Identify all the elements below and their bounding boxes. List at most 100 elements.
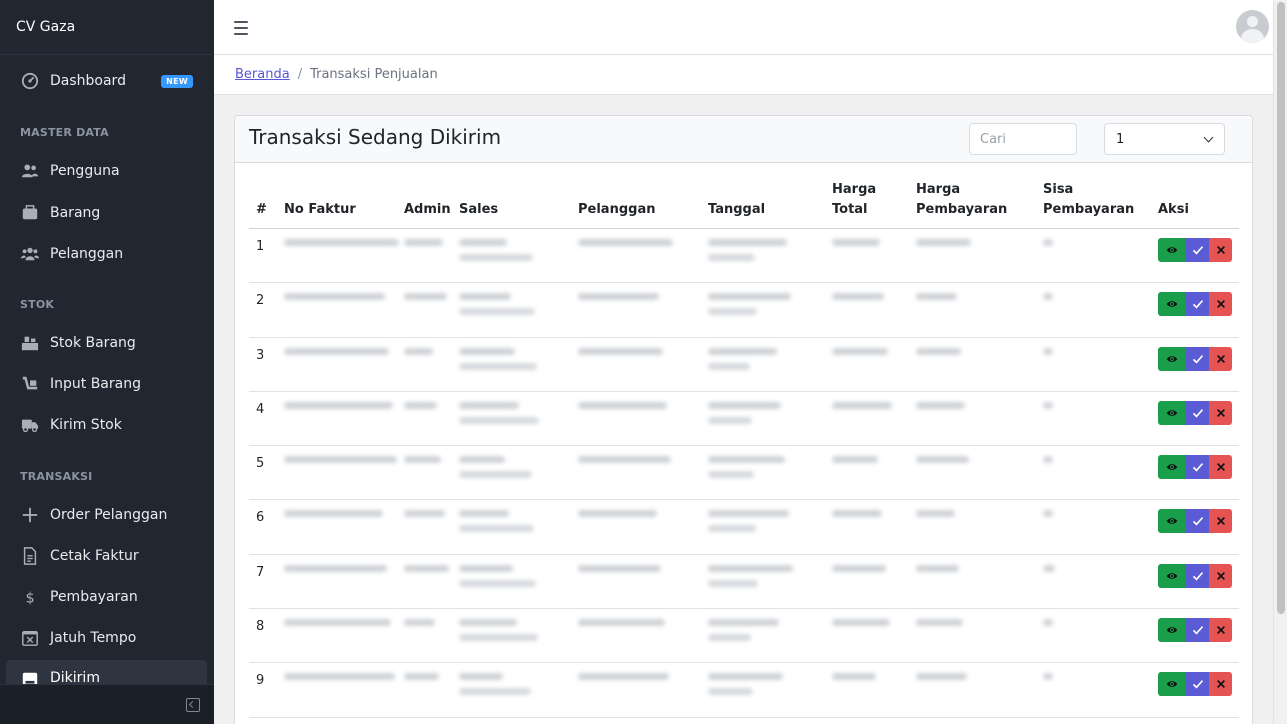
sidebar-item-label: Cetak Faktur xyxy=(50,548,139,564)
cell-date xyxy=(708,554,832,610)
hamburger-menu-icon[interactable] xyxy=(234,21,248,35)
redacted-text xyxy=(708,362,750,370)
col-header-total[interactable]: Harga Total xyxy=(832,180,916,229)
view-button[interactable] xyxy=(1158,346,1186,371)
cell-sales xyxy=(459,445,578,501)
cell-date xyxy=(708,445,832,501)
delete-button[interactable] xyxy=(1209,455,1232,480)
cell-invoice xyxy=(284,662,404,718)
redacted-text xyxy=(284,673,395,681)
sidebar-item-barang[interactable]: Barang xyxy=(6,194,207,232)
cell-total xyxy=(832,228,916,284)
confirm-button[interactable] xyxy=(1186,672,1209,697)
col-header-customer[interactable]: Pelanggan xyxy=(578,180,708,229)
delete-button[interactable] xyxy=(1209,238,1232,262)
delete-button[interactable] xyxy=(1209,346,1232,371)
cell-paid xyxy=(916,391,1043,447)
sidebar-item-pengguna[interactable]: Pengguna xyxy=(6,152,207,190)
col-header-admin[interactable]: Admin xyxy=(404,180,459,229)
col-header-paid[interactable]: Harga Pembayaran xyxy=(916,180,1043,229)
view-button[interactable] xyxy=(1158,238,1186,262)
delete-button[interactable] xyxy=(1209,563,1232,588)
sidebar-item-input-barang[interactable]: Input Barang xyxy=(6,365,207,403)
cell-admin xyxy=(404,282,459,338)
col-header-sales[interactable]: Sales xyxy=(459,180,578,229)
collapse-sidebar-icon[interactable] xyxy=(186,698,200,712)
cell-invoice xyxy=(284,282,404,338)
cell-paid xyxy=(916,445,1043,501)
sidebar-item-kirim-stok[interactable]: Kirim Stok xyxy=(6,406,207,444)
section-title-transaksi: TRANSAKSI xyxy=(20,470,93,483)
col-header-invoice[interactable]: No Faktur xyxy=(284,180,404,229)
redacted-text xyxy=(708,239,787,246)
page-size-select[interactable]: 1 xyxy=(1104,123,1225,155)
brand-name[interactable]: CV Gaza xyxy=(0,0,214,55)
delete-button[interactable] xyxy=(1209,509,1232,534)
view-button[interactable] xyxy=(1158,509,1186,534)
confirm-button[interactable] xyxy=(1186,509,1209,534)
users-icon xyxy=(20,161,40,181)
sidebar-item-label: Dashboard xyxy=(50,73,126,89)
transactions-table: # No Faktur Admin Sales Pelanggan Tangga… xyxy=(249,180,1239,718)
redacted-text xyxy=(284,564,387,572)
view-button[interactable] xyxy=(1158,563,1186,588)
breadcrumb-home-link[interactable]: Beranda xyxy=(235,67,290,82)
delete-button[interactable] xyxy=(1209,292,1232,317)
sidebar-item-cetak-faktur[interactable]: Cetak Faktur xyxy=(6,537,207,575)
confirm-button[interactable] xyxy=(1186,618,1209,643)
redacted-text xyxy=(708,456,785,464)
delete-button[interactable] xyxy=(1209,618,1232,643)
confirm-button[interactable] xyxy=(1186,292,1209,317)
redacted-text xyxy=(708,347,777,355)
scrollbar-thumb[interactable] xyxy=(1277,2,1285,614)
check-icon xyxy=(1192,626,1203,635)
redacted-text xyxy=(404,619,435,627)
redacted-text xyxy=(459,673,503,681)
view-button[interactable] xyxy=(1158,672,1186,697)
sidebar-item-pembayaran[interactable]: $ Pembayaran xyxy=(6,578,207,616)
confirm-button[interactable] xyxy=(1186,563,1209,588)
sidebar-item-label: Barang xyxy=(50,205,101,221)
confirm-button[interactable] xyxy=(1186,400,1209,425)
row-number: 8 xyxy=(249,608,284,664)
row-number: 6 xyxy=(249,499,284,555)
close-icon xyxy=(1216,517,1225,526)
redacted-text xyxy=(832,293,884,301)
confirm-button[interactable] xyxy=(1186,455,1209,480)
confirm-button[interactable] xyxy=(1186,238,1209,262)
cell-sales xyxy=(459,282,578,338)
close-icon xyxy=(1216,463,1225,472)
view-button[interactable] xyxy=(1158,292,1186,317)
redacted-text xyxy=(578,619,665,627)
row-actions xyxy=(1158,455,1232,480)
redacted-text xyxy=(459,416,539,424)
sidebar-item-pelanggan[interactable]: Pelanggan xyxy=(6,235,207,273)
table-row: 5 xyxy=(249,445,1239,501)
delete-button[interactable] xyxy=(1209,400,1232,425)
sidebar-item-stok-barang[interactable]: Stok Barang xyxy=(6,324,207,362)
view-button[interactable] xyxy=(1158,400,1186,425)
sidebar-item-jatuh-tempo[interactable]: Jatuh Tempo xyxy=(6,619,207,657)
redacted-text xyxy=(708,308,757,316)
redacted-text xyxy=(578,347,663,355)
sidebar-item-order-pelanggan[interactable]: Order Pelanggan xyxy=(6,496,207,534)
cell-remaining xyxy=(1043,445,1158,501)
cell-actions xyxy=(1158,554,1239,610)
view-button[interactable] xyxy=(1158,618,1186,643)
delete-button[interactable] xyxy=(1209,672,1232,697)
confirm-button[interactable] xyxy=(1186,346,1209,371)
breadcrumb-current: Transaksi Penjualan xyxy=(310,67,438,82)
redacted-text xyxy=(459,579,536,587)
redacted-text xyxy=(708,673,783,681)
row-actions xyxy=(1158,672,1232,697)
col-header-date[interactable]: Tanggal xyxy=(708,180,832,229)
header-line-2: Total xyxy=(832,202,868,217)
search-input[interactable] xyxy=(969,123,1077,155)
avatar[interactable] xyxy=(1236,10,1269,43)
view-button[interactable] xyxy=(1158,455,1186,480)
sidebar-item-dashboard[interactable]: Dashboard NEW xyxy=(6,62,207,100)
page-scrollbar[interactable] xyxy=(1273,0,1287,724)
col-header-remaining[interactable]: Sisa Pembayaran xyxy=(1043,180,1158,229)
close-icon xyxy=(1216,571,1225,580)
redacted-text xyxy=(1043,239,1053,246)
